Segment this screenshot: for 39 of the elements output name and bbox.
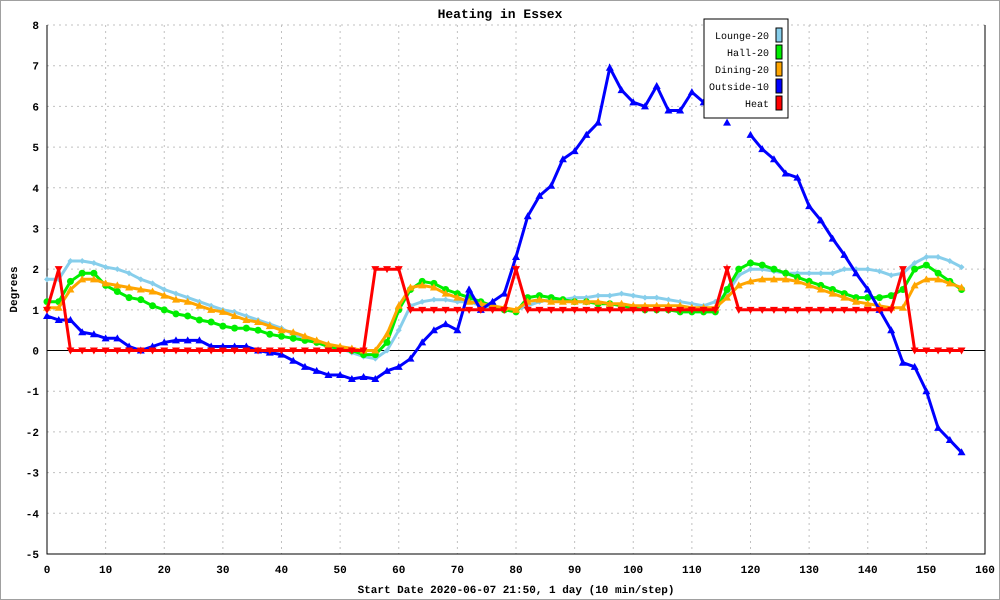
legend-label: Heat — [744, 100, 769, 111]
x-tick-label: 110 — [682, 565, 702, 577]
y-tick-label: 6 — [32, 102, 39, 114]
y-tick-label: 0 — [32, 346, 39, 359]
legend-label: Dining-20 — [714, 66, 769, 77]
y-tick-label: -4 — [26, 509, 39, 522]
y-tick-label: 4 — [32, 184, 39, 196]
x-tick-label: 30 — [216, 565, 230, 577]
y-tick-label: -3 — [26, 468, 39, 481]
x-tick-label: 50 — [334, 565, 347, 577]
x-tick-label: 60 — [392, 565, 406, 577]
x-tick-label: 160 — [975, 565, 995, 577]
y-tick-label: -5 — [26, 550, 39, 562]
y-tick-label: -1 — [26, 387, 39, 400]
x-tick-label: 10 — [99, 565, 112, 577]
y-axis-label: Degrees — [9, 266, 21, 313]
x-tick-label: 40 — [274, 565, 288, 577]
x-axis-label: Start Date 2020-06-07 21:50, 1 day (10 min/step) — [358, 585, 674, 597]
y-tick-label: -2 — [26, 428, 39, 440]
x-tick-label: 90 — [568, 565, 582, 577]
legend-label: Hall-20 — [726, 49, 769, 60]
chart-title: Heating in Essex — [438, 7, 562, 22]
x-tick-label: 130 — [799, 565, 820, 577]
legend-label: Outside-10 — [708, 83, 769, 94]
x-tick-label: 20 — [158, 565, 171, 577]
x-tick-label: 70 — [450, 565, 464, 577]
x-tick-label: 100 — [623, 565, 644, 577]
y-tick-label: 3 — [32, 224, 39, 236]
y-tick-label: 1 — [32, 306, 39, 318]
x-tick-label: 140 — [858, 565, 878, 577]
x-tick-label: 0 — [44, 565, 50, 577]
y-tick-label: 2 — [32, 265, 39, 278]
x-tick-label: 150 — [916, 565, 936, 577]
legend-label: Lounge-20 — [714, 32, 769, 43]
x-tick-label: 120 — [740, 565, 760, 577]
x-tick-label: 80 — [509, 565, 523, 577]
y-tick-label: 8 — [32, 21, 39, 33]
y-tick-label: 5 — [32, 143, 39, 156]
y-tick-label: 7 — [32, 62, 39, 74]
